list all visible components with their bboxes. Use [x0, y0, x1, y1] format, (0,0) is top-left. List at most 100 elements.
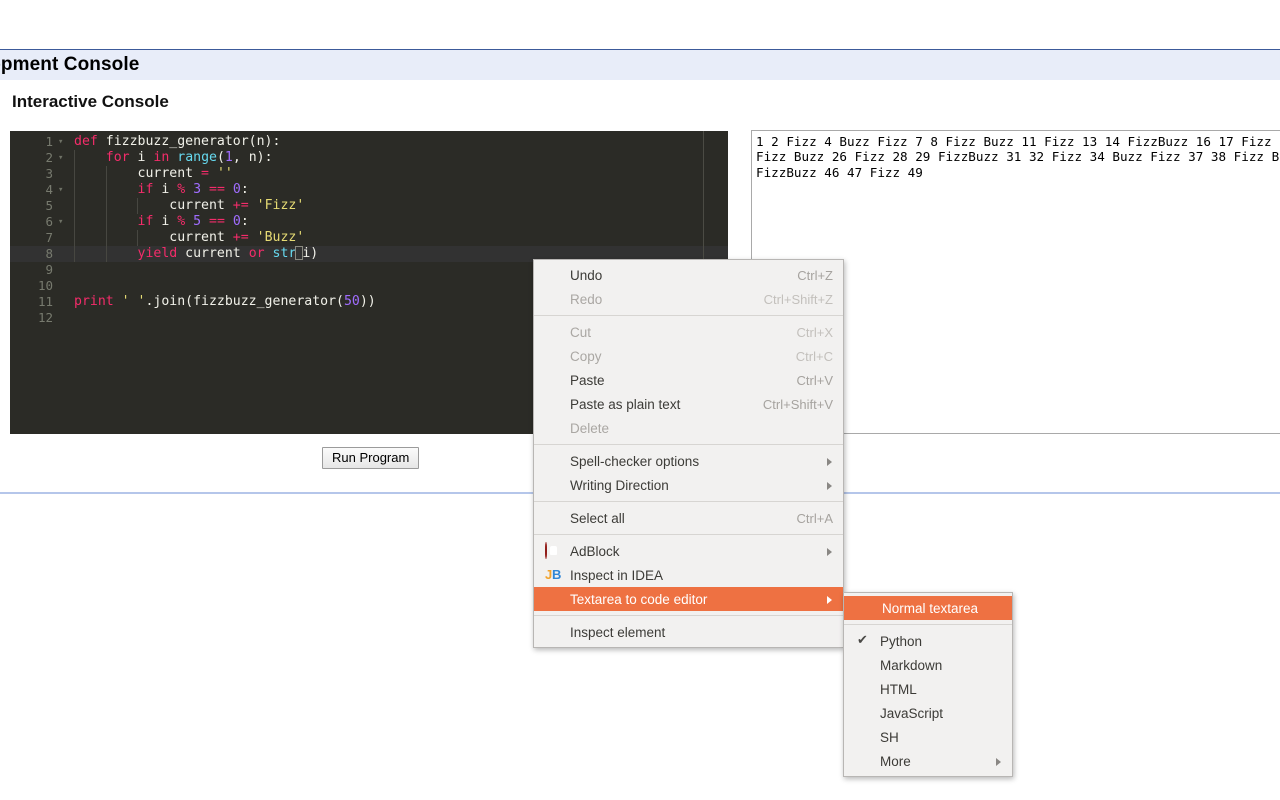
line-number: 11 [37, 294, 53, 309]
menu-item-label: Writing Direction [570, 477, 669, 493]
line-number: 5 [45, 198, 53, 213]
app-title: Development Console [0, 54, 140, 75]
code-line-text: for i in range(1, n): [105, 150, 273, 165]
code-line: 7 current += 'Buzz' [10, 230, 728, 246]
menu-item-label: JavaScript [880, 705, 944, 721]
code-line: 2 ▾ for i in range(1, n): [10, 150, 728, 166]
line-number: 6 [45, 214, 53, 229]
menu-item-label: Inspect element [570, 624, 666, 640]
menu-item-inspect-element[interactable]: Inspect element [534, 620, 843, 644]
line-number: 1 [45, 134, 53, 149]
menu-item-spell-checker-options[interactable]: Spell-checker options [534, 449, 843, 473]
line-number: 4 [45, 182, 53, 197]
line-number: 7 [45, 230, 53, 245]
blue-square-icon [545, 591, 561, 607]
menu-item-label: Textarea to code editor [570, 591, 708, 607]
menu-item-shortcut: Ctrl+Shift+V [762, 396, 833, 412]
page-title: Interactive Console [12, 92, 169, 111]
menu-item-textarea-to-code-editor[interactable]: Textarea to code editor [534, 587, 843, 611]
menu-item-shortcut: Ctrl+Z [797, 267, 833, 283]
menu-item-label: Spell-checker options [570, 453, 700, 469]
code-line-text: current += 'Buzz' [74, 230, 305, 245]
code-line: 6 ▾ if i % 5 == 0: [10, 214, 728, 230]
code-line: 3 current = '' [10, 166, 728, 182]
menu-item-label: Redo [570, 291, 603, 307]
menu-item-select-all[interactable]: Select all Ctrl+A [534, 506, 843, 530]
code-line: 5 current += 'Fizz' [10, 198, 728, 214]
app-header-bar: Development Console [0, 49, 1280, 80]
fold-marker-icon[interactable]: ▾ [58, 182, 68, 198]
menu-item-label: Copy [570, 348, 602, 364]
menu-item-label: Paste [570, 372, 605, 388]
code-line-text: if i % 5 == 0: [137, 214, 249, 229]
menu-separator [534, 501, 843, 502]
code-line-text: def fizzbuzz_generator(n): [74, 134, 281, 149]
menu-item-inspect-in-idea[interactable]: J B Inspect in IDEA [534, 563, 843, 587]
context-submenu-textarea-to-code-editor[interactable]: Normal textarea ✔ Python Markdown HTML JavaSc… [843, 592, 1013, 777]
menu-item-redo: Redo Ctrl+Shift+Z [534, 287, 843, 311]
line-number: 2 [45, 150, 53, 165]
menu-separator [534, 444, 843, 445]
code-line-text: print ' '.join(fizzbuzz_generator(50)) [74, 294, 376, 309]
menu-item-adblock[interactable]: AdBlock [534, 539, 843, 563]
context-menu[interactable]: Undo Ctrl+Z Redo Ctrl+Shift+Z Cut Ctrl+X Copy C… [533, 259, 844, 648]
menu-item-label: Inspect in IDEA [570, 567, 664, 583]
line-number: 9 [45, 262, 53, 277]
fold-marker-icon[interactable]: ▾ [58, 134, 68, 150]
menu-item-label: Cut [570, 324, 592, 340]
menu-item-shortcut: Ctrl+Shift+Z [763, 291, 833, 307]
run-program-button[interactable]: Run Program [322, 447, 420, 469]
code-line-text: current = '' [74, 166, 233, 181]
submenu-item-sh[interactable]: SH [844, 725, 1012, 749]
code-line-text: if i % 3 == 0: [137, 182, 249, 197]
menu-item-label: SH [880, 729, 899, 745]
menu-item-label: Paste as plain text [570, 396, 681, 412]
menu-item-label: More [880, 753, 911, 769]
submenu-arrow-icon [827, 596, 832, 604]
line-number: 8 [45, 246, 53, 261]
line-number: 3 [45, 166, 53, 181]
menu-item-cut: Cut Ctrl+X [534, 320, 843, 344]
menu-item-label: AdBlock [570, 543, 620, 559]
submenu-arrow-icon [827, 548, 832, 556]
menu-item-label: Normal textarea [881, 600, 979, 616]
menu-item-label: Undo [570, 267, 603, 283]
submenu-item-markdown[interactable]: Markdown [844, 653, 1012, 677]
menu-separator [534, 615, 843, 616]
menu-item-writing-direction[interactable]: Writing Direction [534, 473, 843, 497]
submenu-item-javascript[interactable]: JavaScript [844, 701, 1012, 725]
menu-item-label: Delete [570, 420, 610, 436]
submenu-arrow-icon [996, 758, 1001, 766]
menu-item-label: Markdown [880, 657, 943, 673]
submenu-item-html[interactable]: HTML [844, 677, 1012, 701]
fold-marker-icon[interactable]: ▾ [58, 150, 68, 166]
submenu-item-more[interactable]: More [844, 749, 1012, 773]
menu-item-paste-as-plain-text[interactable]: Paste as plain text Ctrl+Shift+V [534, 392, 843, 416]
menu-item-shortcut: Ctrl+C [795, 348, 833, 364]
menu-item-undo[interactable]: Undo Ctrl+Z [534, 263, 843, 287]
menu-item-label: HTML [880, 681, 917, 697]
menu-separator [534, 534, 843, 535]
menu-item-shortcut: Ctrl+V [796, 372, 833, 388]
submenu-arrow-icon [827, 458, 832, 466]
adblock-icon [545, 542, 561, 559]
submenu-arrow-icon [827, 482, 832, 490]
line-number: 12 [37, 310, 53, 325]
menu-item-shortcut: Ctrl+A [796, 510, 833, 526]
code-line: 4 ▾ if i % 3 == 0: [10, 182, 728, 198]
code-line-text: yield current or str i) [137, 246, 319, 261]
code-line-text: current += 'Fizz' [74, 198, 305, 213]
jetbrains-icon: JB [545, 567, 562, 582]
line-number: 10 [37, 278, 53, 293]
menu-item-label: Select all [570, 510, 625, 526]
menu-item-label: Python [880, 633, 923, 649]
menu-item-paste[interactable]: Paste Ctrl+V [534, 368, 843, 392]
fold-marker-icon[interactable]: ▾ [58, 214, 68, 230]
menu-item-copy: Copy Ctrl+C [534, 344, 843, 368]
page-root: Development Console Interactive Console … [0, 0, 1280, 800]
menu-separator [534, 315, 843, 316]
submenu-item-python[interactable]: ✔ Python [844, 629, 1012, 653]
check-icon: ✔ [857, 632, 868, 647]
menu-item-delete: Delete [534, 416, 843, 440]
submenu-item-normal-textarea[interactable]: Normal textarea [844, 596, 1012, 620]
